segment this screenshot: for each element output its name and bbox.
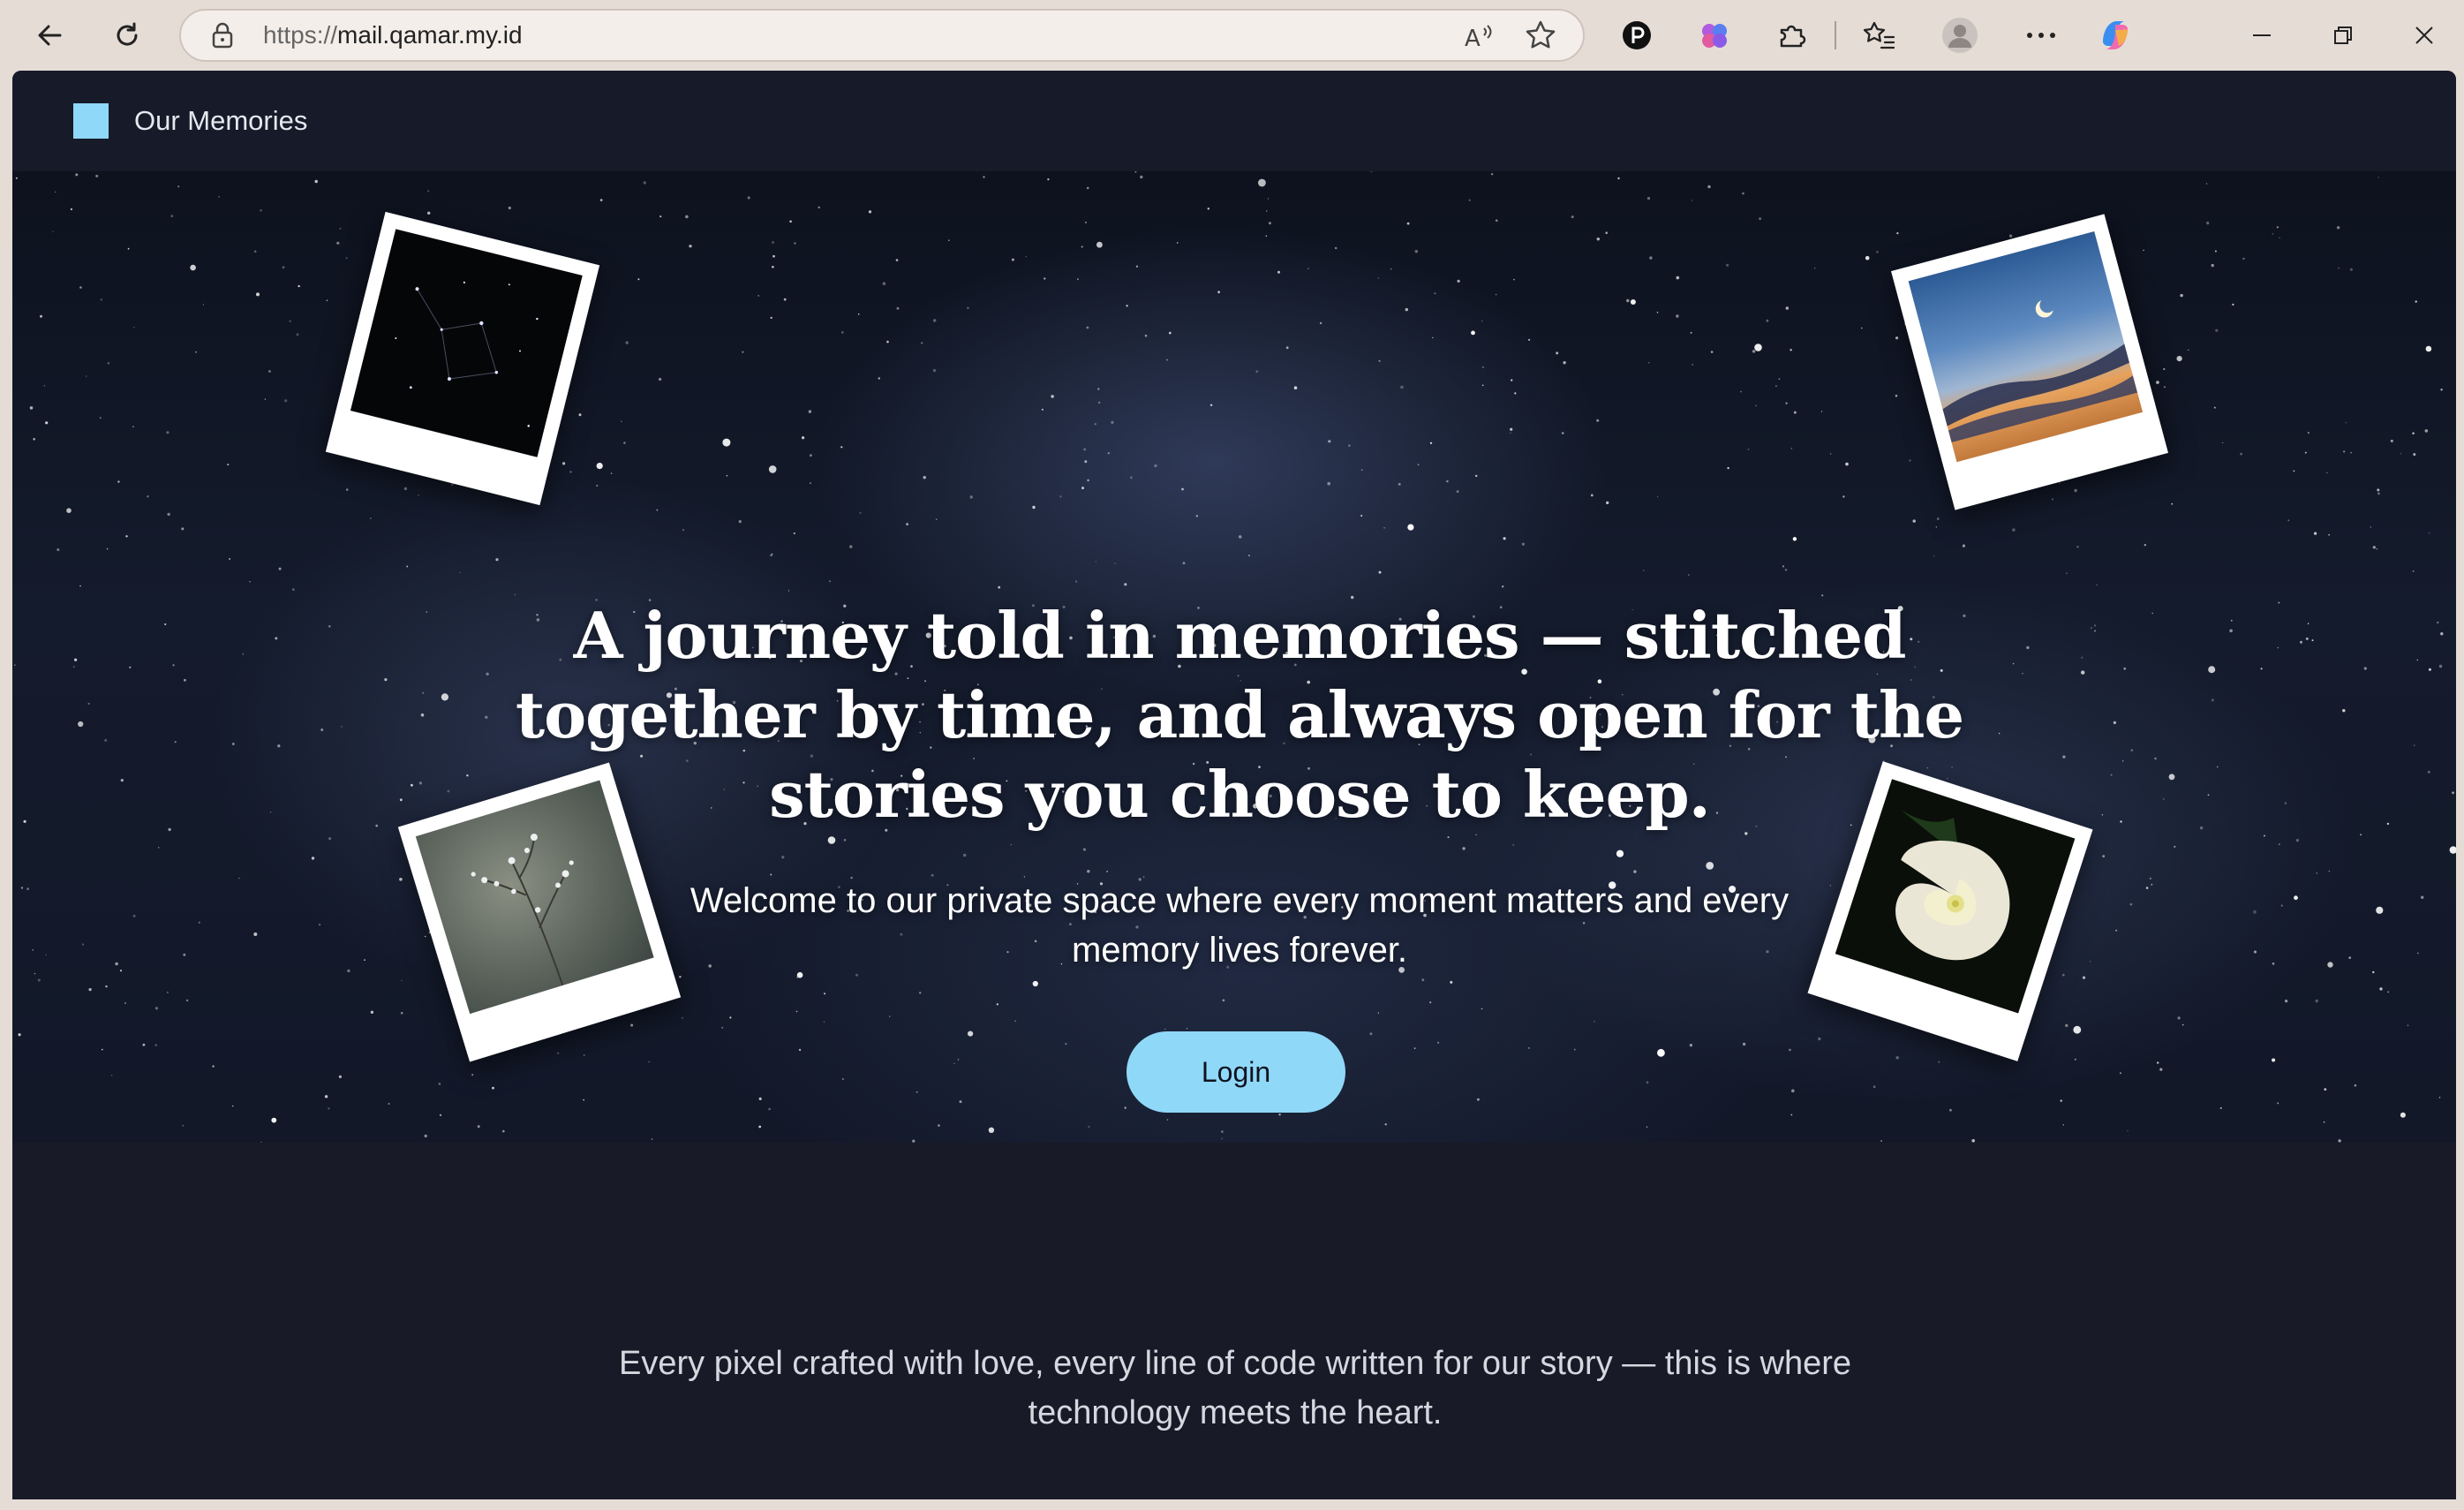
close-window-button[interactable] bbox=[2400, 11, 2449, 60]
favorite-star-icon[interactable] bbox=[1525, 19, 1556, 56]
constellation-photo bbox=[350, 229, 583, 457]
site-info-lock-icon[interactable] bbox=[209, 21, 236, 54]
reload-icon bbox=[117, 22, 138, 46]
address-bar[interactable]: https://mail.qamar.my.id A bbox=[179, 9, 1585, 62]
url-text[interactable]: https://mail.qamar.my.id bbox=[263, 11, 523, 60]
browser-toolbar: https://mail.qamar.my.id A bbox=[0, 0, 2464, 71]
extensions-puzzle-icon[interactable] bbox=[1767, 11, 1817, 60]
login-button[interactable]: Login bbox=[1127, 1031, 1345, 1113]
url-protocol: https:// bbox=[263, 21, 338, 49]
moon-sky-photo bbox=[1908, 231, 2144, 463]
hero-subtext: Welcome to our private space where every… bbox=[689, 881, 1790, 970]
read-aloud-icon[interactable]: A bbox=[1463, 21, 1495, 56]
footer-section: Every pixel crafted with love, every lin… bbox=[12, 1143, 2456, 1499]
profile-avatar-icon[interactable] bbox=[1935, 11, 1985, 60]
back-arrow-icon bbox=[38, 25, 62, 46]
svg-text:A: A bbox=[1465, 26, 1481, 51]
window-bottom-edge bbox=[0, 1499, 2464, 1510]
hero-headline: A journey told in memories — stitched to… bbox=[515, 598, 1964, 832]
toolbar-divider bbox=[1835, 21, 1836, 49]
extension-brain-icon[interactable] bbox=[1690, 11, 1739, 60]
extension-p-icon[interactable] bbox=[1612, 11, 1662, 60]
more-menu-icon[interactable] bbox=[2016, 11, 2066, 60]
site-brand[interactable]: Our Memories bbox=[134, 101, 307, 141]
back-button[interactable] bbox=[25, 11, 74, 60]
site-logo[interactable] bbox=[73, 103, 109, 139]
restore-button[interactable] bbox=[2318, 11, 2368, 60]
url-host: mail.qamar.my.id bbox=[337, 21, 523, 49]
copilot-icon[interactable] bbox=[2091, 11, 2140, 60]
hero-section: A journey told in memories — stitched to… bbox=[12, 171, 2456, 1143]
page-viewport: Our Memories A journey told in memories … bbox=[12, 71, 2456, 1499]
favorites-icon[interactable] bbox=[1854, 11, 1903, 60]
site-header: Our Memories bbox=[12, 71, 2456, 171]
footer-text: Every pixel crafted with love, every lin… bbox=[619, 1345, 1851, 1431]
reload-button[interactable] bbox=[102, 11, 152, 60]
minimize-button[interactable] bbox=[2237, 11, 2287, 60]
